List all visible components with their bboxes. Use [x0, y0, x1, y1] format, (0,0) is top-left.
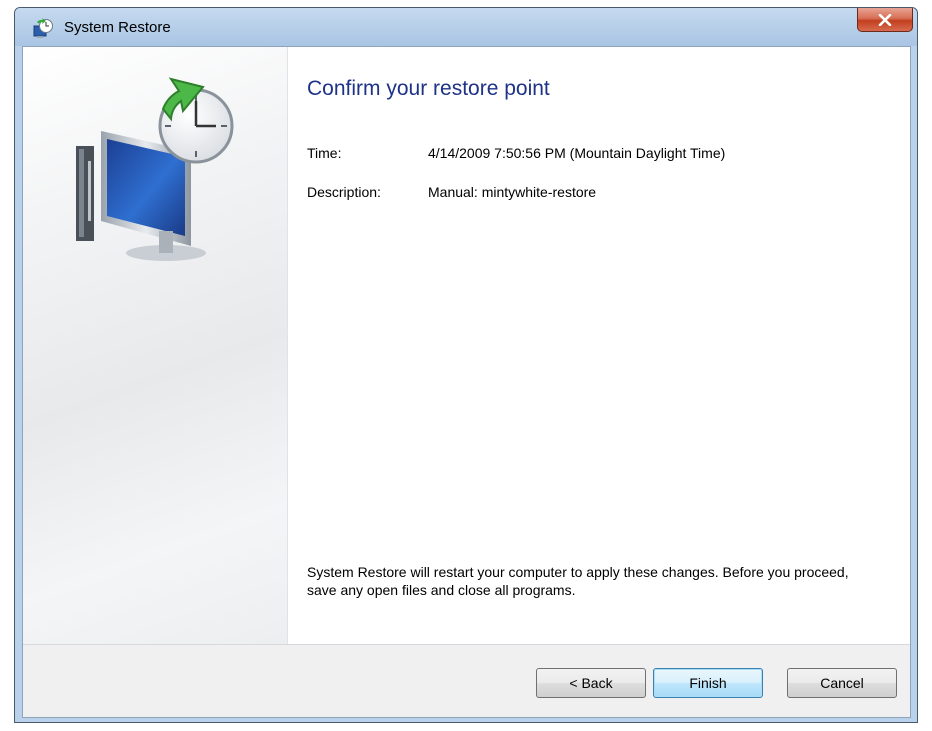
- close-button[interactable]: [857, 8, 913, 32]
- time-value: 4/14/2009 7:50:56 PM (Mountain Daylight …: [428, 145, 726, 161]
- time-label: Time:: [307, 145, 342, 161]
- back-button[interactable]: < Back: [536, 668, 646, 698]
- system-restore-hero-icon: [76, 77, 234, 261]
- window-title: System Restore: [64, 19, 171, 36]
- wizard-client-area: Confirm your restore point Time: 4/14/20…: [22, 46, 911, 718]
- system-restore-window: System Restore Confirm your restore poin…: [14, 7, 918, 723]
- close-icon: [878, 13, 892, 26]
- wizard-button-bar: < Back Finish Cancel: [23, 644, 910, 717]
- page-heading: Confirm your restore point: [307, 77, 550, 100]
- description-label: Description:: [307, 184, 381, 200]
- description-value: Manual: mintywhite-restore: [428, 184, 597, 200]
- finish-button[interactable]: Finish: [653, 668, 763, 698]
- title-bar[interactable]: System Restore: [15, 8, 917, 46]
- cancel-button[interactable]: Cancel: [787, 668, 897, 698]
- system-restore-icon: [33, 18, 53, 38]
- wizard-sidebar: [23, 47, 288, 644]
- restart-warning-text: System Restore will restart your compute…: [307, 564, 849, 598]
